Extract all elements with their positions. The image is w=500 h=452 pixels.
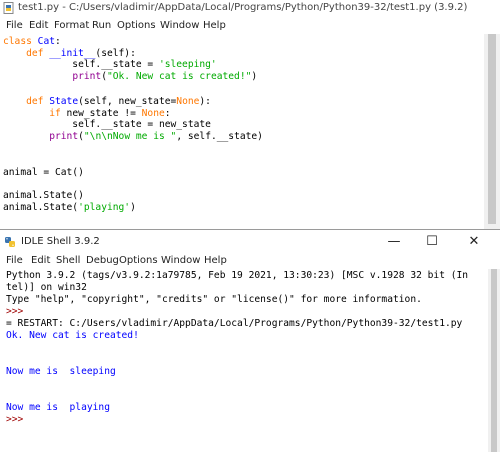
code-line-9: print("\n\nNow me is ", self.__state) [49,130,263,142]
editor-scrollbar[interactable] [484,34,500,229]
editor-title: test1.py - C:/Users/vladimir/AppData/Loc… [18,2,468,13]
shell-window: IDLE Shell 3.9.2 — ☐ ✕ File Edit Shell D… [0,229,500,452]
shell-banner-line-2: tel)] on win32 [6,282,87,293]
menu-file[interactable]: File [6,20,23,31]
code-line-8: self.__state = new_state [3,119,211,130]
editor-menubar: File Edit Format Run Options Window Help [0,18,500,34]
shell-restart-line: = RESTART: C:/Users/vladimir/AppData/Loc… [6,318,463,329]
python-logo-icon [5,237,15,247]
python-file-icon [3,2,14,14]
editor-scrollbar-thumb[interactable] [488,34,496,224]
code-line-1: class Cat: [3,36,61,47]
shell-titlebar[interactable]: IDLE Shell 3.9.2 — ☐ ✕ [0,231,500,253]
shell-output-line: Now me is playing [6,402,110,413]
shell-output-line: Ok. New cat is created! [6,330,139,341]
shell-menu-file[interactable]: File [6,255,23,266]
shell-output[interactable]: Python 3.9.2 (tags/v3.9.2:1a79785, Feb 1… [0,269,488,452]
maximize-button[interactable]: ☐ [418,233,446,251]
shell-menu-help[interactable]: Help [204,255,227,266]
shell-menu-shell[interactable]: Shell [56,255,80,266]
code-line-15: animal.State('playing') [3,201,136,213]
shell-banner-line-1: Python 3.9.2 (tags/v3.9.2:1a79785, Feb 1… [6,270,469,281]
shell-output-line: Now me is sleeping [6,366,116,377]
menu-window[interactable]: Window [160,20,199,31]
shell-menu-options[interactable]: Options [119,255,158,266]
menu-format[interactable]: Format [54,20,89,31]
close-button[interactable]: ✕ [460,233,488,251]
code-line-12: animal = Cat() [3,167,84,178]
shell-menu-edit[interactable]: Edit [31,255,50,266]
code-line-2: def __init__(self): [3,47,136,59]
code-line-4: print("Ok. New cat is created!") [72,70,258,82]
code-editor[interactable]: class Cat: def __init__(self): self.__st… [0,34,484,224]
shell-scrollbar-thumb[interactable] [491,269,497,452]
editor-titlebar[interactable]: test1.py - C:/Users/vladimir/AppData/Loc… [0,0,500,18]
shell-menu-debug[interactable]: Debug [86,255,119,266]
menu-help[interactable]: Help [203,20,226,31]
minimize-button[interactable]: — [380,233,408,251]
code-line-7: if new_state != None: [49,107,171,119]
shell-title: IDLE Shell 3.9.2 [21,236,100,247]
menu-options[interactable]: Options [117,20,156,31]
shell-menu-window[interactable]: Window [161,255,200,266]
shell-menubar: File Edit Shell Debug Options Window Hel… [0,253,500,269]
code-line-3: self.__state = 'sleeping' [3,59,217,70]
menu-run[interactable]: Run [92,20,111,31]
shell-prompt: >>> [6,306,24,317]
code-line-14: animal.State() [3,190,84,201]
code-line-6: def State(self, new_state=None): [3,96,211,107]
shell-prompt: >>> [6,414,24,425]
menu-edit[interactable]: Edit [29,20,48,31]
shell-scrollbar[interactable] [488,269,500,452]
editor-window: test1.py - C:/Users/vladimir/AppData/Loc… [0,0,500,229]
shell-banner-line-3: Type "help", "copyright", "credits" or "… [6,294,422,305]
